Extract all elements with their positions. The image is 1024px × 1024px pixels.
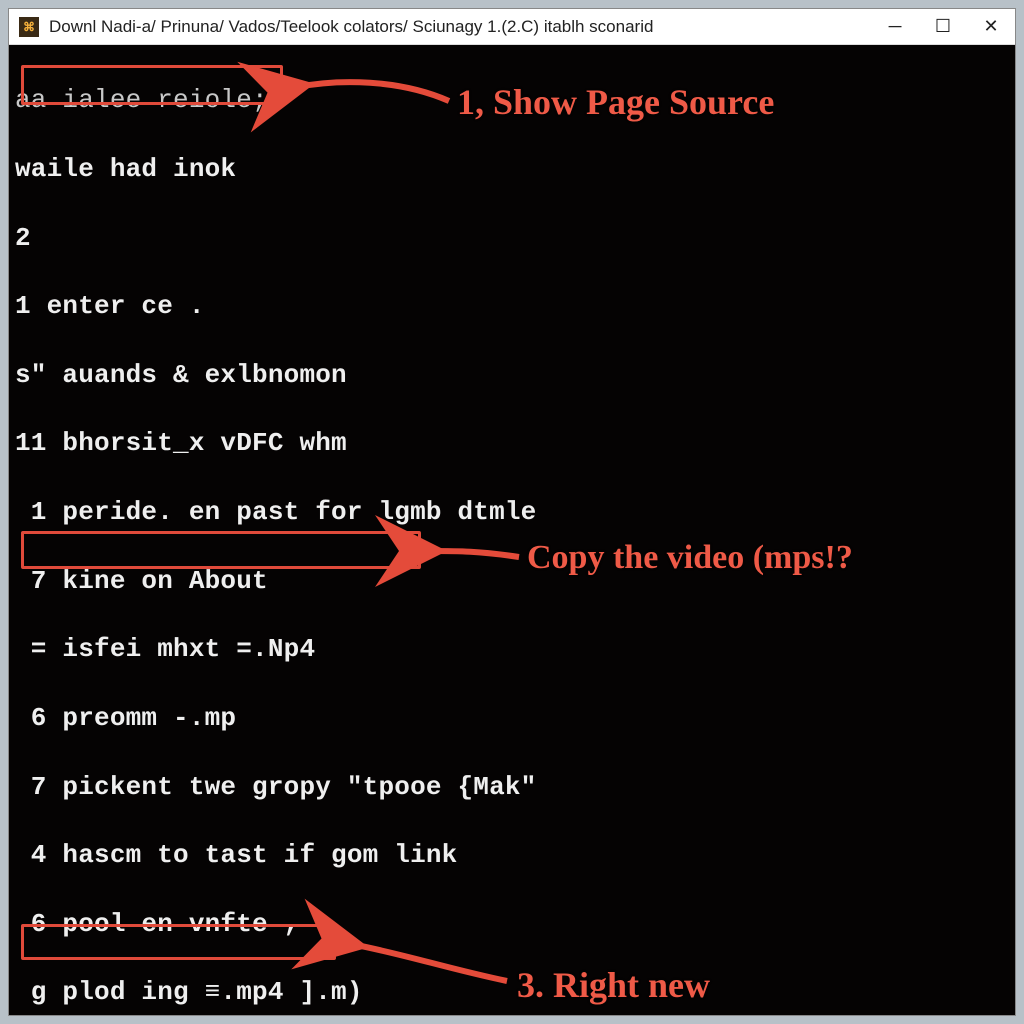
terminal-output: aa ialee reiole; waile had inok 2 1 ente… <box>9 45 1015 1015</box>
terminal-line: 6 preomm -.mp <box>15 701 1009 735</box>
minimize-button[interactable]: ─ <box>871 9 919 45</box>
terminal-line: s" auands & exlbnomon <box>15 358 1009 392</box>
terminal-line: 1 enter ce . <box>15 289 1009 323</box>
terminal-line: 2 <box>15 221 1009 255</box>
titlebar: ⌘ Downl Nadi-a/ Prinuna/ Vados/Teelook c… <box>9 9 1015 45</box>
app-window: ⌘ Downl Nadi-a/ Prinuna/ Vados/Teelook c… <box>8 8 1016 1016</box>
terminal-line: 4 hascm to tast if gom link <box>15 838 1009 872</box>
terminal-line: 7 pickent twe gropy "tpooe {Mak" <box>15 770 1009 804</box>
app-icon: ⌘ <box>19 17 39 37</box>
terminal-line: 7 kine on About <box>15 564 1009 598</box>
window-title: Downl Nadi-a/ Prinuna/ Vados/Teelook col… <box>49 17 871 37</box>
terminal-line: g plod ing ≡.mp4 ].m) <box>15 975 1009 1009</box>
terminal-line: 6 pool en vnfte , <box>15 907 1009 941</box>
terminal-line: waile had inok <box>15 152 1009 186</box>
terminal-line: 1 peride. en past for lgmb dtmle <box>15 495 1009 529</box>
terminal-line: 11 bhorsit_x vDFC whm <box>15 426 1009 460</box>
terminal-line: aa ialee reiole; <box>15 83 1009 117</box>
maximize-button[interactable]: ☐ <box>919 9 967 45</box>
close-button[interactable]: ✕ <box>967 9 1015 45</box>
terminal-line: = isfei mhxt =.Np4 <box>15 632 1009 666</box>
